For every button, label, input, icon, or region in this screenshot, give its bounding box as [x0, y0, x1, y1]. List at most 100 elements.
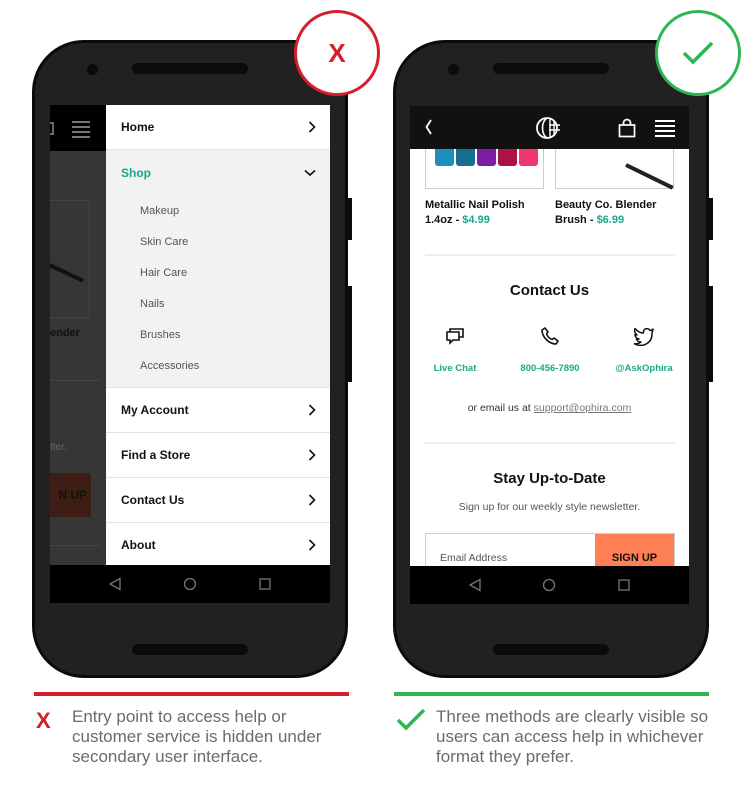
- submenu-item-makeup[interactable]: Makeup: [106, 195, 330, 226]
- bad-example-caption: Entry point to access help or customer s…: [72, 707, 322, 766]
- submenu-item-hair-care[interactable]: Hair Care: [106, 257, 330, 288]
- email-support-line: or email us at support@ophira.com: [410, 402, 689, 414]
- speaker-bottom: [493, 644, 609, 655]
- twitter-icon: [633, 327, 654, 346]
- divider: [425, 442, 675, 444]
- x-icon: X: [328, 37, 346, 68]
- nail-polish-bottle: [498, 149, 517, 166]
- back-triangle-icon[interactable]: [468, 578, 482, 592]
- shopping-bag-icon[interactable]: [618, 118, 636, 138]
- email-prefix: or email us at: [467, 402, 534, 414]
- check-icon: [396, 708, 426, 731]
- system-navigation-bar: [410, 566, 689, 604]
- divider: [50, 380, 100, 381]
- menu-section-shop: Shop Makeup Skin Care Hair Care Nails Br…: [106, 150, 330, 388]
- power-button: [347, 198, 352, 240]
- shopping-bag-icon: [50, 122, 54, 135]
- contact-phone[interactable]: 800-456-7890: [505, 326, 595, 376]
- product-image: [50, 200, 90, 318]
- signup-button-fragment: N UP: [50, 473, 91, 517]
- menu-item-label: Find a Store: [121, 448, 191, 462]
- submenu-item-nails[interactable]: Nails: [106, 288, 330, 319]
- speaker-bottom: [132, 644, 248, 655]
- menu-item-contact-us[interactable]: Contact Us: [106, 478, 330, 523]
- contact-label: @AskOphira: [615, 363, 673, 374]
- camera: [87, 64, 98, 75]
- navigation-drawer: Home Shop Makeup Skin Care Hair Care Nai…: [106, 105, 330, 603]
- red-divider: [34, 692, 349, 696]
- newsletter-fragment: tter.: [50, 442, 67, 453]
- chevron-right-icon: [308, 494, 316, 506]
- menu-item-label: About: [121, 538, 156, 552]
- product-title[interactable]: Metallic Nail Polish 1.4oz - $4.99: [425, 198, 550, 228]
- nail-polish-bottle: [519, 149, 538, 166]
- speaker-top: [493, 63, 609, 74]
- product-price: $6.99: [596, 214, 625, 226]
- divider: [425, 254, 675, 256]
- contact-us-heading: Contact Us: [509, 282, 590, 299]
- newsletter-subtitle: Sign up for our weekly style newsletter.: [458, 501, 641, 513]
- nail-polish-bottle: [477, 149, 496, 166]
- submenu-item-accessories[interactable]: Accessories: [106, 350, 330, 381]
- bad-example-badge: X: [294, 10, 380, 96]
- product-title[interactable]: Beauty Co. Blender Brush - $6.99: [555, 198, 680, 228]
- recents-square-icon[interactable]: [258, 577, 272, 591]
- chat-icon: [446, 328, 464, 345]
- dimmed-background-page[interactable]: ender tter. N UP: [50, 105, 110, 603]
- menu-item-label: Shop: [121, 165, 151, 180]
- home-circle-icon[interactable]: [542, 578, 556, 592]
- check-icon: [682, 41, 714, 65]
- good-example-panel: Metallic Nail Polish 1.4oz - $4.99 Beaut…: [375, 0, 750, 795]
- product-name-fragment: ender: [50, 327, 80, 339]
- hamburger-menu-icon[interactable]: [655, 120, 675, 140]
- menu-item-label: Contact Us: [121, 493, 185, 507]
- contact-label: Live Chat: [433, 363, 477, 374]
- system-navigation-bar: [50, 565, 330, 603]
- contact-twitter[interactable]: @AskOphira: [599, 326, 689, 376]
- good-example-badge: [655, 10, 741, 96]
- good-example-caption: Three methods are clearly visible so use…: [436, 707, 709, 766]
- phone-frame: ender tter. N UP Home Shop Makeup Skin C…: [32, 40, 352, 678]
- menu-item-shop[interactable]: Shop: [106, 150, 330, 195]
- camera: [448, 64, 459, 75]
- menu-item-home[interactable]: Home: [106, 105, 330, 150]
- speaker-top: [132, 63, 248, 74]
- menu-item-my-account[interactable]: My Account: [106, 388, 330, 433]
- menu-item-about[interactable]: About: [106, 523, 330, 568]
- newsletter-heading: Stay Up-to-Date: [493, 470, 606, 487]
- hamburger-menu-icon: [72, 121, 90, 141]
- contact-label: 800-456-7890: [520, 363, 580, 374]
- app-topbar: [410, 106, 689, 149]
- recents-square-icon[interactable]: [617, 578, 631, 592]
- product-price: $4.99: [462, 214, 490, 226]
- ophira-logo-icon[interactable]: [535, 116, 563, 140]
- green-divider: [394, 692, 709, 696]
- x-icon: X: [36, 708, 51, 733]
- submenu-item-brushes[interactable]: Brushes: [106, 319, 330, 350]
- menu-item-label: Home: [121, 120, 155, 134]
- phone-icon: [541, 327, 559, 345]
- volume-button: [708, 286, 713, 382]
- menu-item-label: My Account: [121, 403, 189, 417]
- back-chevron-icon[interactable]: [424, 118, 434, 136]
- menu-item-find-a-store[interactable]: Find a Store: [106, 433, 330, 478]
- nail-polish-bottle: [456, 149, 475, 166]
- nail-polish-bottle: [435, 149, 454, 166]
- power-button: [708, 198, 713, 240]
- back-triangle-icon[interactable]: [108, 577, 122, 591]
- bad-example-panel: ender tter. N UP Home Shop Makeup Skin C…: [0, 0, 380, 795]
- contact-live-chat[interactable]: Live Chat: [410, 326, 500, 376]
- phone-frame: Metallic Nail Polish 1.4oz - $4.99 Beaut…: [393, 40, 713, 678]
- phone-screen: ender tter. N UP Home Shop Makeup Skin C…: [50, 105, 330, 603]
- chevron-right-icon: [308, 539, 316, 551]
- volume-button: [347, 286, 352, 382]
- support-email-link[interactable]: support@ophira.com: [534, 402, 632, 414]
- home-circle-icon[interactable]: [183, 577, 197, 591]
- phone-screen: Metallic Nail Polish 1.4oz - $4.99 Beaut…: [410, 106, 689, 604]
- chevron-right-icon: [308, 449, 316, 461]
- submenu-item-skin-care[interactable]: Skin Care: [106, 226, 330, 257]
- chevron-right-icon: [308, 404, 316, 416]
- chevron-down-icon: [304, 169, 316, 176]
- divider: [50, 545, 100, 546]
- background-topbar: [50, 105, 110, 151]
